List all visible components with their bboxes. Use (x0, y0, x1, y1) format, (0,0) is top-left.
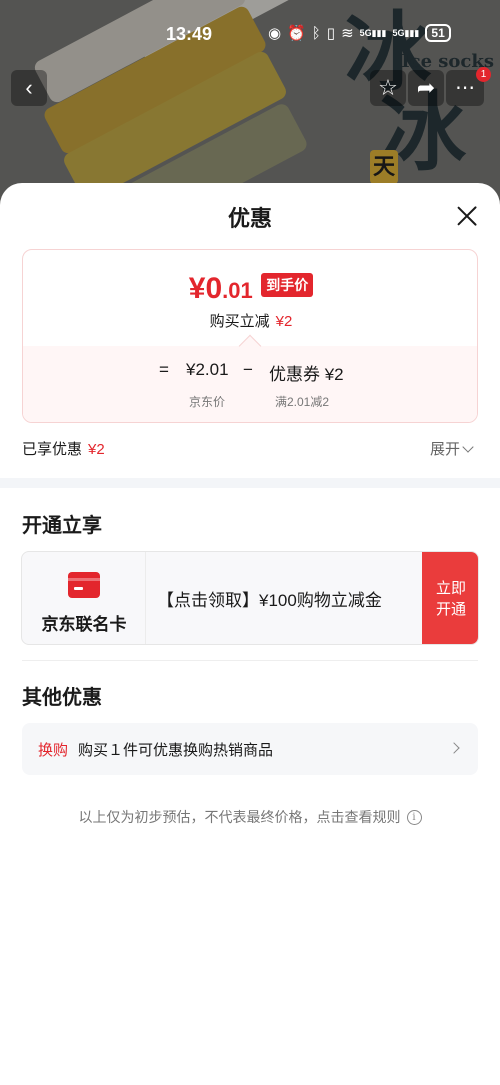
close-button[interactable] (452, 201, 482, 231)
expand-toggle[interactable]: 展开 (430, 438, 474, 459)
alarm-icon: ⏰ (287, 25, 306, 42)
card-brand: 京东联名卡 (22, 552, 146, 644)
star-icon: ☆ (378, 75, 398, 100)
status-time: 13:49 (166, 24, 213, 44)
chevron-down-icon (462, 441, 474, 453)
chevron-left-icon: ‹ (25, 75, 33, 100)
bluetooth-icon: ᛒ (311, 24, 321, 42)
enjoyed-discount: 已享优惠 ¥2 (22, 438, 105, 459)
discount-label: 购买立减 (209, 313, 270, 330)
signal-5g-icon: 5G▮▮▮ (392, 27, 420, 38)
exchange-tag: 换购 (38, 742, 69, 759)
wifi-icon: ≋ (341, 25, 354, 42)
discount-value: ¥2 (275, 313, 293, 330)
price-breakdown: = ¥2.01 − 优惠券 ¥2 京东价 满2.01减2 (23, 346, 477, 422)
other-section-title: 其他优惠 (22, 687, 102, 709)
card-name: 京东联名卡 (41, 615, 127, 634)
minus-sign: − (243, 360, 253, 379)
exchange-offer-row[interactable]: 换购 购买１件可优惠换购热销商品 (22, 723, 478, 775)
sheet-title: 优惠 (227, 206, 272, 231)
share-icon: ➦ (416, 75, 436, 100)
status-icons: ◉ ⏰ ᛒ ▯ ≋ 5G▮▮▮ 5G▮▮▮ 51 (268, 24, 451, 42)
share-button[interactable]: ➦ (408, 70, 444, 106)
footnote-text: 以上仅为初步预估，不代表最终价格，点击查看规则 (78, 809, 401, 825)
discount-line: 购买立减 ¥2 (23, 310, 477, 331)
open-now-button[interactable]: 立即 开通 (422, 552, 478, 644)
final-price-row: ¥0.01 到手价 (23, 272, 477, 306)
expand-label: 展开 (430, 441, 461, 458)
eye-icon: ◉ (268, 25, 282, 42)
currency-symbol: ¥ (188, 272, 206, 305)
rules-footnote[interactable]: 以上仅为初步预估，不代表最终价格，点击查看规则 i (0, 807, 500, 827)
coupon-rule: 满2.01减2 (275, 395, 330, 409)
vibrate-icon: ▯ (326, 25, 336, 42)
divider (22, 660, 478, 661)
more-icon: ⋯ (455, 77, 475, 99)
equals-sign: = (159, 360, 169, 379)
notification-badge: 1 (476, 67, 491, 82)
price-summary: ¥0.01 到手价 购买立减 ¥2 (23, 250, 477, 346)
credit-card-icon (68, 572, 100, 598)
jd-price-label: 京东价 (189, 395, 226, 409)
jd-price: ¥2.01 (186, 360, 229, 379)
open-section-title: 开通立享 (22, 515, 102, 537)
final-price-tag: 到手价 (261, 273, 314, 297)
final-price-dec: .01 (222, 278, 253, 303)
chevron-right-icon (448, 742, 460, 754)
signal-5g-icon: 5G▮▮▮ (359, 27, 387, 38)
final-price: ¥0.01 (189, 272, 253, 306)
enjoyed-label: 已享优惠 (22, 441, 83, 458)
open-button-line: 开通 (435, 601, 466, 618)
coupon-amount: 优惠券 ¥2 (269, 365, 344, 384)
exchange-text: 购买１件可优惠换购热销商品 (78, 742, 274, 759)
co-brand-card-offer[interactable]: 京东联名卡 【点击领取】¥100购物立减金 立即 开通 (21, 551, 479, 645)
section-divider (0, 478, 500, 488)
status-bar: 13:49 ◉ ⏰ ᛒ ▯ ≋ 5G▮▮▮ 5G▮▮▮ 51 (0, 18, 500, 48)
favorite-button[interactable]: ☆ (370, 70, 406, 106)
info-icon[interactable]: i (406, 809, 422, 825)
enjoyed-value: ¥2 (88, 441, 105, 458)
discount-sheet: 优惠 ¥0.01 到手价 购买立减 ¥2 = ¥2.01 − 优惠券 ¥2 京东价… (0, 183, 500, 1085)
card-offer-text: 【点击领取】¥100购物立减金 (157, 591, 382, 610)
price-card: ¥0.01 到手价 购买立减 ¥2 = ¥2.01 − 优惠券 ¥2 京东价 满2… (22, 249, 478, 423)
battery-icon: 51 (425, 24, 451, 42)
open-button-line: 立即 (435, 580, 466, 597)
final-price-int: 0 (205, 272, 223, 305)
back-button[interactable]: ‹ (11, 70, 47, 106)
